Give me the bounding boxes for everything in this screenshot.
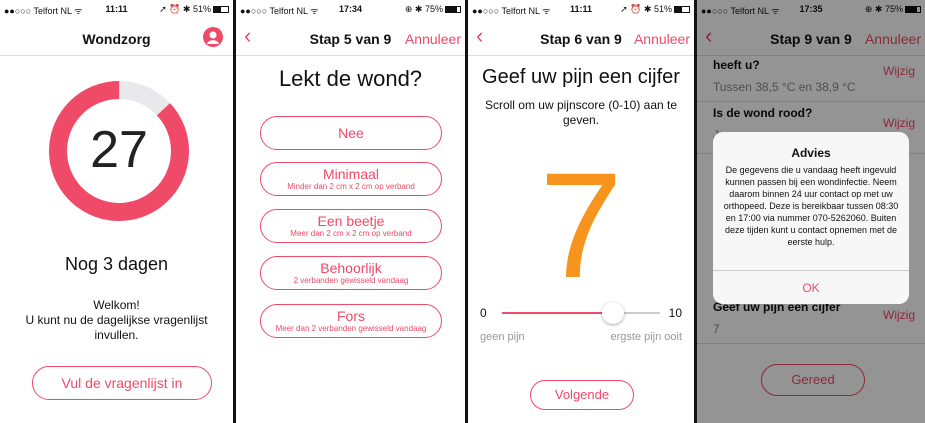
option-description: Meer dan 2 verbanden gewisseld vandaag xyxy=(275,324,427,333)
battery-percent: ➚ ⏰ ✱ 51% xyxy=(159,4,211,14)
nav-bar: Wondzorg xyxy=(0,18,233,56)
pain-slider-fill xyxy=(502,312,613,314)
welcome-line: Welkom! xyxy=(93,298,140,312)
question-title: Lekt de wond? xyxy=(278,66,423,91)
battery-icon xyxy=(213,6,229,13)
option-description: Minder dan 2 cm x 2 cm op verband xyxy=(287,182,415,191)
slider-min-value: 0 xyxy=(480,306,487,320)
home-screen: ●●○○○ Telfort NL ᯤ 11:11 ➚ ⏰ ✱ 51% Wondz… xyxy=(0,0,233,423)
days-remaining: Nog 3 dagen xyxy=(64,254,169,274)
option-label: Behoorlijk xyxy=(320,260,382,276)
step-5-screen: ●●○○○ Telfort NL ᯤ 17:34 ⊕ ✱ 75% ‹ Stap … xyxy=(236,0,465,423)
battery-level xyxy=(446,7,457,12)
battery-level xyxy=(675,7,683,12)
option-label: Fors xyxy=(337,308,365,324)
step-9-screen: ●●○○○ Telfort NL ᯤ 17:35 ⊕ ✱ 75% ‹ Stap … xyxy=(697,0,925,423)
start-questionnaire-button[interactable]: Vul de vragenlijst in xyxy=(32,366,212,400)
option-minimaal[interactable]: Minimaal Minder dan 2 cm x 2 cm op verba… xyxy=(260,162,442,196)
welcome-line: U kunt nu de dagelijkse vragenlijst xyxy=(25,313,208,327)
option-description: 2 verbanden gewisseld vandaag xyxy=(293,276,409,285)
option-behoorlijk[interactable]: Behoorlijk 2 verbanden gewisseld vandaag xyxy=(260,256,442,290)
pain-slider-thumb[interactable] xyxy=(601,302,624,324)
nav-bar: ‹ Stap 6 van 9 Annuleer xyxy=(468,18,694,56)
slider-max-value: 10 xyxy=(668,306,682,320)
page-title: Wondzorg xyxy=(82,31,151,47)
battery-icon xyxy=(674,6,690,13)
profile-icon[interactable] xyxy=(203,27,223,47)
welcome-message: Welkom! U kunt nu de dagelijkse vragenli… xyxy=(0,298,233,343)
next-button[interactable]: Volgende xyxy=(530,380,634,410)
option-fors[interactable]: Fors Meer dan 2 verbanden gewisseld vand… xyxy=(260,304,442,338)
option-description: Meer dan 2 cm x 2 cm op verband xyxy=(290,229,412,238)
status-indicators: ➚ ⏰ ✱ 51% xyxy=(159,4,229,15)
advice-alert: Advies De gegevens die u vandaag heeft i… xyxy=(713,132,909,304)
status-indicators: ⊕ ✱ 75% xyxy=(405,4,461,15)
option-label: Minimaal xyxy=(322,166,379,182)
option-nee[interactable]: Nee xyxy=(260,116,442,150)
slider-min-label: geen pijn xyxy=(480,331,525,343)
nav-bar: ‹ Stap 5 van 9 Annuleer xyxy=(236,18,465,56)
slider-max-label: ergste pijn ooit xyxy=(610,331,682,343)
status-bar: ●●○○○ Telfort NL ᯤ 17:34 ⊕ ✱ 75% xyxy=(236,0,465,18)
cancel-button[interactable]: Annuleer xyxy=(634,31,690,47)
battery-percent: ⊕ ✱ 75% xyxy=(404,4,443,14)
battery-level xyxy=(214,7,222,12)
alert-ok-button[interactable]: OK xyxy=(713,270,909,304)
question-instructions: Scroll om uw pijnscore (0-10) aan te gev… xyxy=(484,98,678,127)
question-title: Geef uw pijn een cijfer xyxy=(482,66,680,88)
welcome-line: invullen. xyxy=(94,328,139,342)
pain-score: 7 xyxy=(539,141,623,309)
status-indicators: ➚ ⏰ ✱ 51% xyxy=(620,4,690,15)
alert-message: De gegevens die u vandaag heeft ingevuld… xyxy=(723,165,899,247)
battery-percent: ➚ ⏰ ✱ 51% xyxy=(620,4,672,14)
option-label: Nee xyxy=(338,125,364,141)
status-bar: ●●○○○ Telfort NL ᯤ 11:11 ➚ ⏰ ✱ 51% xyxy=(0,0,233,18)
cancel-button[interactable]: Annuleer xyxy=(405,31,461,47)
alert-title: Advies xyxy=(791,146,831,160)
battery-icon xyxy=(445,6,461,13)
status-bar: ●●○○○ Telfort NL ᯤ 11:11 ➚ ⏰ ✱ 51% xyxy=(468,0,694,18)
pain-slider-track[interactable] xyxy=(502,312,660,314)
option-een-beetje[interactable]: Een beetje Meer dan 2 cm x 2 cm op verba… xyxy=(260,209,442,243)
option-label: Een beetje xyxy=(317,213,385,229)
days-counter: 27 xyxy=(90,121,148,179)
step-6-screen: ●●○○○ Telfort NL ᯤ 11:11 ➚ ⏰ ✱ 51% ‹ Sta… xyxy=(468,0,694,423)
